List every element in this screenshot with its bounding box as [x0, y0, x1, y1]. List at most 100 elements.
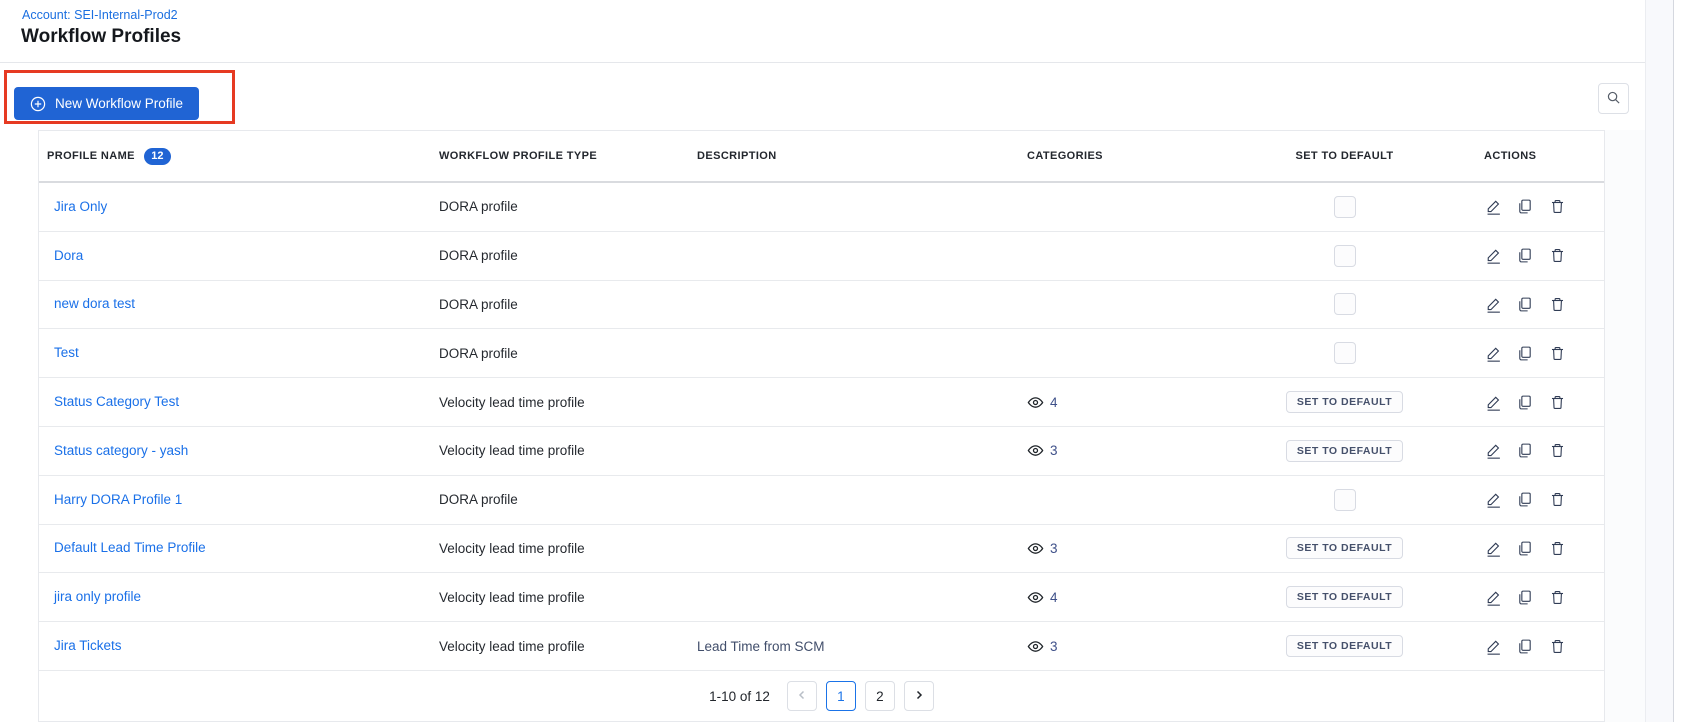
copy-button[interactable]	[1516, 393, 1534, 411]
profile-name-link[interactable]: Status category - yash	[54, 443, 188, 458]
delete-button[interactable]	[1548, 295, 1566, 313]
profile-name-link[interactable]: Default Lead Time Profile	[54, 540, 206, 555]
delete-button[interactable]	[1548, 539, 1566, 557]
profile-name-link[interactable]: Jira Only	[54, 199, 107, 214]
edit-button[interactable]	[1484, 344, 1502, 362]
table-row: Dora DORA profile	[39, 232, 1604, 281]
edit-button[interactable]	[1484, 393, 1502, 411]
pagination-page-1-button[interactable]: 1	[826, 681, 856, 711]
eye-icon[interactable]	[1027, 394, 1044, 411]
actions-cell	[1458, 539, 1606, 557]
edit-button[interactable]	[1484, 491, 1502, 509]
copy-button[interactable]	[1516, 344, 1534, 362]
edit-icon	[1485, 247, 1502, 264]
profile-type-cell: Velocity lead time profile	[439, 541, 697, 556]
edit-button[interactable]	[1484, 588, 1502, 606]
edit-button[interactable]	[1484, 637, 1502, 655]
set-to-default-badge[interactable]	[1334, 342, 1356, 364]
set-to-default-badge[interactable]	[1334, 196, 1356, 218]
copy-icon	[1517, 296, 1534, 313]
edit-button[interactable]	[1484, 539, 1502, 557]
search-button[interactable]	[1598, 83, 1629, 114]
set-to-default-badge[interactable]: SET TO DEFAULT	[1286, 537, 1403, 559]
set-to-default-badge[interactable]: SET TO DEFAULT	[1286, 440, 1403, 462]
categories-cell: 4	[967, 394, 1231, 411]
delete-button[interactable]	[1548, 198, 1566, 216]
delete-button[interactable]	[1548, 491, 1566, 509]
header-divider	[0, 62, 1645, 63]
column-header-description[interactable]: Description	[697, 150, 967, 162]
profile-name-cell: Jira Tickets	[39, 637, 439, 655]
pagination-range-label: 1-10 of 12	[709, 689, 770, 704]
actions-cell	[1458, 198, 1606, 216]
eye-icon[interactable]	[1027, 638, 1044, 655]
profile-name-link[interactable]: jira only profile	[54, 589, 141, 604]
set-to-default-badge[interactable]: SET TO DEFAULT	[1286, 586, 1403, 608]
copy-button[interactable]	[1516, 198, 1534, 216]
column-header-type[interactable]: Workflow Profile Type	[439, 150, 697, 162]
delete-button[interactable]	[1548, 247, 1566, 265]
pagination-prev-button[interactable]	[787, 681, 817, 711]
set-to-default-badge[interactable]: SET TO DEFAULT	[1286, 391, 1403, 413]
chevron-left-icon	[796, 689, 808, 704]
delete-button[interactable]	[1548, 344, 1566, 362]
profile-name-cell: Test	[39, 344, 439, 362]
copy-button[interactable]	[1516, 539, 1534, 557]
column-header-set-to-default[interactable]: Set to Default	[1231, 150, 1458, 162]
row-count-badge: 12	[144, 148, 171, 165]
profile-name-cell: Default Lead Time Profile	[39, 539, 439, 557]
copy-button[interactable]	[1516, 247, 1534, 265]
profile-name-link[interactable]: Harry DORA Profile 1	[54, 492, 182, 507]
set-to-default-cell: SET TO DEFAULT	[1231, 440, 1458, 462]
actions-cell	[1458, 393, 1606, 411]
categories-count: 4	[1050, 395, 1058, 410]
profile-type-cell: Velocity lead time profile	[439, 443, 697, 458]
account-breadcrumb[interactable]: Account: SEI-Internal-Prod2	[22, 8, 178, 22]
copy-icon	[1517, 589, 1534, 606]
copy-button[interactable]	[1516, 491, 1534, 509]
eye-icon[interactable]	[1027, 589, 1044, 606]
table-row: new dora test DORA profile	[39, 281, 1604, 330]
table-row: Status category - yash Velocity lead tim…	[39, 427, 1604, 476]
chevron-right-icon	[913, 689, 925, 704]
edit-button[interactable]	[1484, 198, 1502, 216]
profile-name-link[interactable]: Test	[54, 345, 79, 360]
actions-cell	[1458, 588, 1606, 606]
delete-button[interactable]	[1548, 637, 1566, 655]
edit-button[interactable]	[1484, 295, 1502, 313]
copy-button[interactable]	[1516, 637, 1534, 655]
profile-type-cell: Velocity lead time profile	[439, 395, 697, 410]
set-to-default-badge[interactable]	[1334, 489, 1356, 511]
edit-button[interactable]	[1484, 247, 1502, 265]
edit-icon	[1485, 638, 1502, 655]
search-icon	[1606, 90, 1621, 108]
eye-icon[interactable]	[1027, 540, 1044, 557]
plus-circle-icon	[30, 96, 46, 112]
profile-name-link[interactable]: Jira Tickets	[54, 638, 122, 653]
eye-icon[interactable]	[1027, 442, 1044, 459]
new-workflow-profile-button[interactable]: New Workflow Profile	[14, 87, 199, 120]
edit-icon	[1485, 540, 1502, 557]
pagination-page-2-button[interactable]: 2	[865, 681, 895, 711]
edit-button[interactable]	[1484, 442, 1502, 460]
categories-count: 4	[1050, 590, 1058, 605]
copy-button[interactable]	[1516, 442, 1534, 460]
categories-count: 3	[1050, 639, 1058, 654]
copy-button[interactable]	[1516, 295, 1534, 313]
copy-button[interactable]	[1516, 588, 1534, 606]
delete-button[interactable]	[1548, 588, 1566, 606]
column-header-categories[interactable]: Categories	[967, 150, 1231, 162]
table-row: Jira Only DORA profile	[39, 183, 1604, 232]
pagination-next-button[interactable]	[904, 681, 934, 711]
profile-name-link[interactable]: new dora test	[54, 296, 135, 311]
delete-button[interactable]	[1548, 393, 1566, 411]
delete-button[interactable]	[1548, 442, 1566, 460]
column-header-profile-name[interactable]: Profile Name 12	[39, 148, 439, 165]
profile-name-link[interactable]: Status Category Test	[54, 394, 179, 409]
set-to-default-badge[interactable]	[1334, 245, 1356, 267]
profile-name-link[interactable]: Dora	[54, 248, 83, 263]
set-to-default-badge[interactable]: SET TO DEFAULT	[1286, 635, 1403, 657]
set-to-default-cell: SET TO DEFAULT	[1231, 391, 1458, 413]
set-to-default-badge[interactable]	[1334, 293, 1356, 315]
copy-icon	[1517, 442, 1534, 459]
